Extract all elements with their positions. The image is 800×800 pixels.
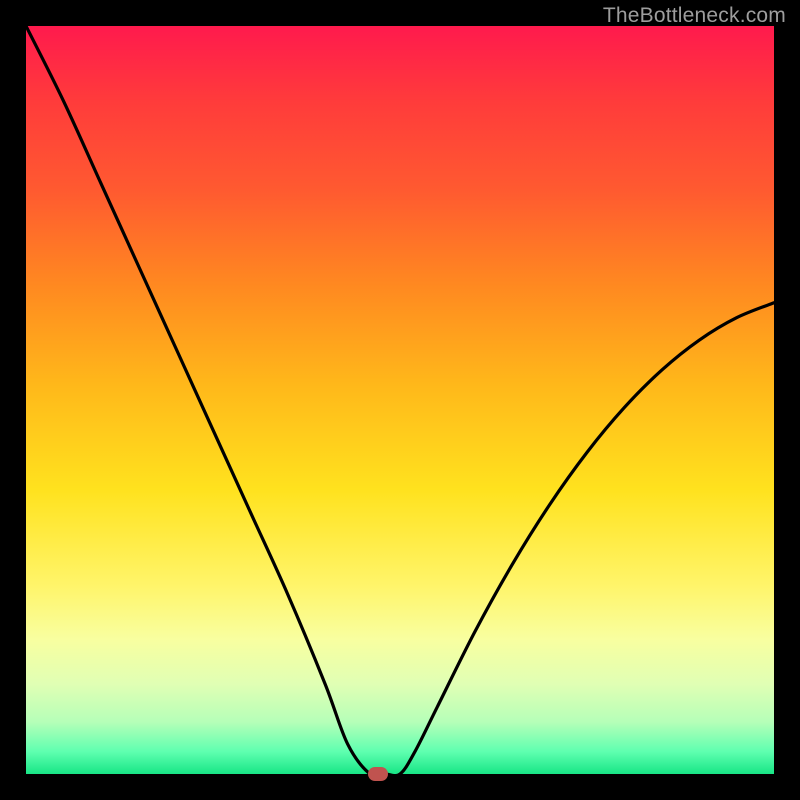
chart-frame: TheBottleneck.com <box>0 0 800 800</box>
optimal-point-marker <box>368 767 388 781</box>
bottleneck-curve <box>26 26 774 774</box>
plot-area <box>26 26 774 774</box>
watermark-text: TheBottleneck.com <box>603 4 786 28</box>
